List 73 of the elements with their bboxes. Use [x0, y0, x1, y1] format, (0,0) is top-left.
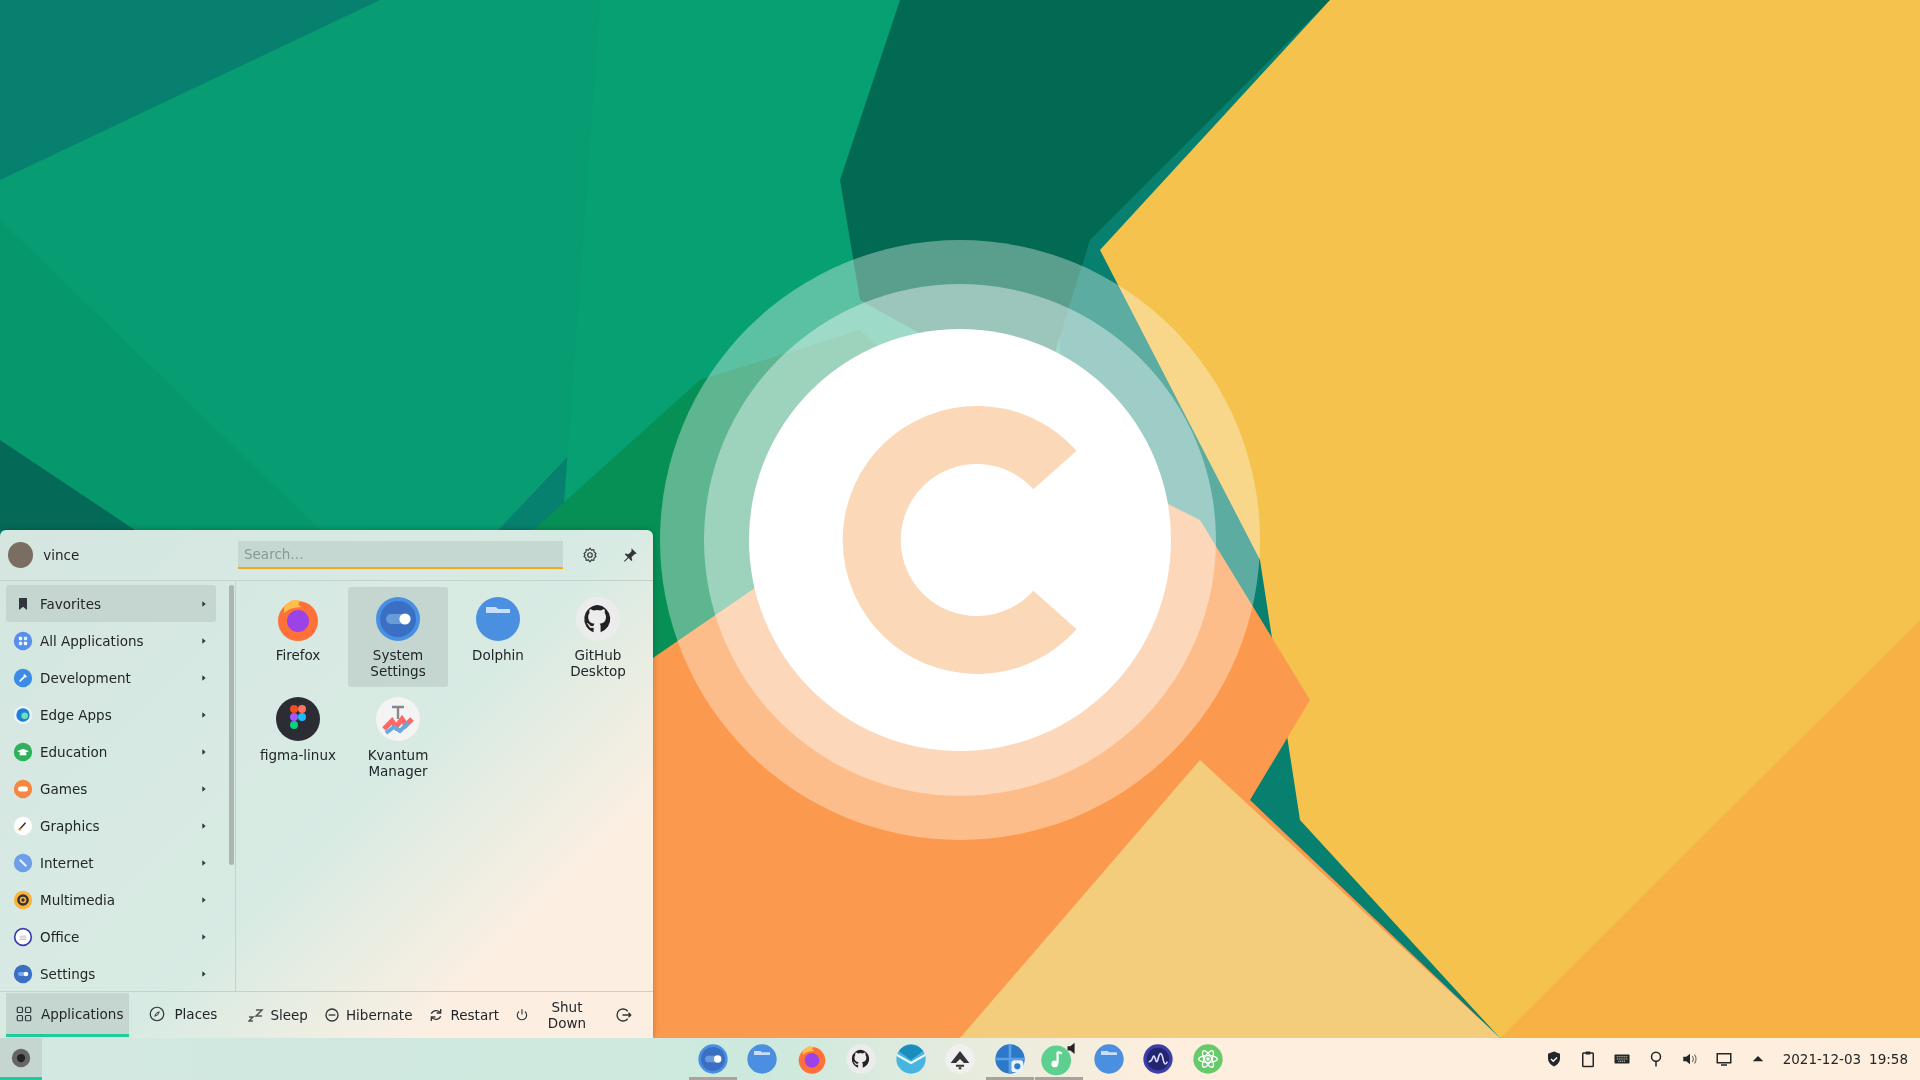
brush-strokes-icon: [374, 695, 422, 743]
caret-icon: [200, 932, 208, 941]
waveform-icon: [1142, 1043, 1174, 1075]
category-item[interactable]: Office: [6, 918, 216, 955]
user-avatar: [8, 542, 34, 568]
app-tile[interactable]: Firefox: [248, 587, 348, 687]
tab[interactable]: Applications: [6, 993, 130, 1037]
app-tile[interactable]: figma-linux: [248, 687, 348, 787]
toggle-icon: [13, 963, 33, 984]
atom-icon: [1191, 1043, 1224, 1075]
toggle-icon: [374, 595, 422, 643]
caret-icon: [200, 969, 208, 978]
cat-icon: [845, 1043, 877, 1075]
graduation-cap-icon: [13, 741, 33, 762]
start-button[interactable]: [0, 1038, 42, 1080]
category-item[interactable]: Internet: [6, 844, 216, 881]
hammer-icon: [13, 667, 33, 688]
start-icon: [10, 1046, 32, 1069]
folder-icon: [1092, 1043, 1125, 1075]
app-tile[interactable]: Dolphin: [448, 587, 548, 687]
caret-icon: [200, 710, 208, 719]
tab[interactable]: Places: [139, 993, 224, 1037]
caret-icon: [200, 858, 208, 867]
app-tile[interactable]: System Settings: [348, 587, 448, 687]
logout-icon: [615, 1006, 633, 1024]
toggle-icon: [696, 1043, 729, 1075]
display-icon[interactable]: [1714, 1050, 1733, 1068]
document-icon: [13, 926, 33, 947]
sleep-icon: [248, 1007, 265, 1023]
caret-icon: [200, 673, 208, 682]
caret-icon: [200, 895, 208, 904]
gamepad-icon: [13, 778, 33, 799]
user-name: vince: [43, 547, 81, 563]
caret-icon: [200, 821, 208, 830]
app-tile[interactable]: GitHub Desktop: [548, 587, 648, 687]
speaker-icon: [13, 889, 33, 910]
pen-icon: [13, 815, 33, 836]
sleep-button[interactable]: Sleep: [240, 1003, 316, 1027]
category-item[interactable]: Multimedia: [6, 881, 216, 918]
globe-badge-icon: [993, 1043, 1026, 1075]
caret-icon: [200, 599, 208, 608]
category-item[interactable]: Graphics: [6, 807, 216, 844]
compass-icon: [13, 852, 33, 873]
hibernate-button[interactable]: Hibernate: [315, 1003, 421, 1027]
app-tile[interactable]: Kvantum Manager: [348, 687, 448, 787]
grid-icon: [13, 630, 33, 651]
grid-icon: [15, 1004, 33, 1023]
category-item[interactable]: Favorites: [6, 585, 216, 622]
compass-icon: [148, 1004, 167, 1023]
caret-icon: [200, 784, 208, 793]
category-item[interactable]: Development: [6, 659, 216, 696]
caret-icon: [200, 747, 208, 756]
category-item[interactable]: Settings: [6, 955, 216, 991]
folder-icon: [474, 595, 522, 643]
scrollbar-thumb[interactable]: [229, 585, 234, 865]
search-field[interactable]: Search…: [238, 541, 563, 569]
clock[interactable]: 2021-12-03 19:58: [1782, 1051, 1908, 1067]
category-item[interactable]: All Applications: [6, 622, 216, 659]
category-item[interactable]: Games: [6, 770, 216, 807]
cat-icon: [574, 595, 622, 643]
restart-button[interactable]: Restart: [420, 1003, 507, 1027]
category-item[interactable]: Edge Apps: [6, 696, 216, 733]
caret-icon: [200, 636, 208, 645]
figma-icon: [274, 695, 322, 743]
swirl-icon: [13, 704, 33, 725]
shutdown-button[interactable]: Shut Down: [507, 995, 607, 1035]
power-icon: [515, 1007, 529, 1023]
category-item[interactable]: Education: [6, 733, 216, 770]
gear-icon: [581, 546, 599, 564]
folder-icon: [746, 1043, 778, 1075]
envelope-icon: [894, 1043, 927, 1075]
minus-circle-icon: [323, 1007, 340, 1023]
mountain-icon: [944, 1043, 976, 1075]
